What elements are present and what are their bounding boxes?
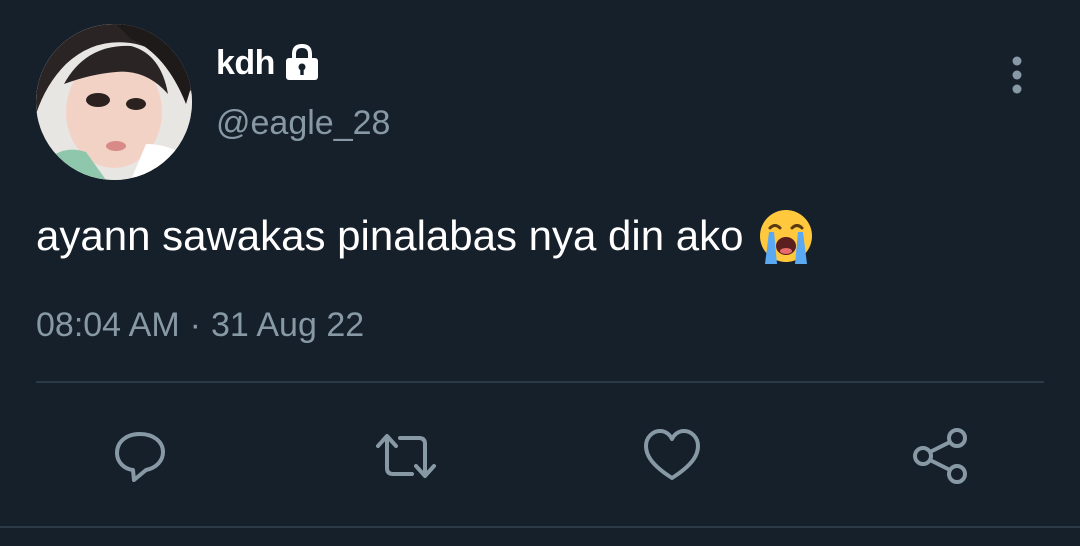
avatar[interactable] bbox=[36, 24, 192, 180]
user-handle[interactable]: @eagle_28 bbox=[216, 104, 390, 143]
more-options-button[interactable] bbox=[1000, 56, 1034, 96]
share-icon bbox=[913, 428, 967, 484]
reply-button[interactable] bbox=[108, 424, 172, 488]
tweet-text-body: ayann sawakas pinalabas nya din ako bbox=[36, 212, 744, 259]
like-button[interactable] bbox=[640, 424, 704, 488]
tweet-time: 08:04 AM bbox=[36, 306, 180, 344]
bottom-divider bbox=[0, 526, 1080, 528]
display-name-row: kdh bbox=[216, 40, 321, 86]
tweet-timestamp: 08:04 AM · 31 Aug 22 bbox=[36, 306, 364, 345]
share-button[interactable] bbox=[908, 424, 972, 488]
tweet-text: ayann sawakas pinalabas nya din ako bbox=[36, 208, 815, 264]
more-vertical-icon bbox=[1012, 56, 1022, 94]
divider bbox=[36, 381, 1044, 383]
retweet-icon bbox=[376, 434, 436, 478]
lock-icon bbox=[283, 43, 321, 83]
like-icon bbox=[644, 429, 700, 480]
display-name[interactable]: kdh bbox=[216, 44, 275, 83]
loudly-crying-face-icon bbox=[757, 208, 815, 264]
avatar-image bbox=[36, 24, 192, 180]
tweet-date: 31 Aug 22 bbox=[210, 306, 365, 344]
timestamp-separator: · bbox=[189, 306, 201, 344]
reply-icon bbox=[115, 432, 165, 482]
retweet-button[interactable] bbox=[374, 424, 438, 488]
